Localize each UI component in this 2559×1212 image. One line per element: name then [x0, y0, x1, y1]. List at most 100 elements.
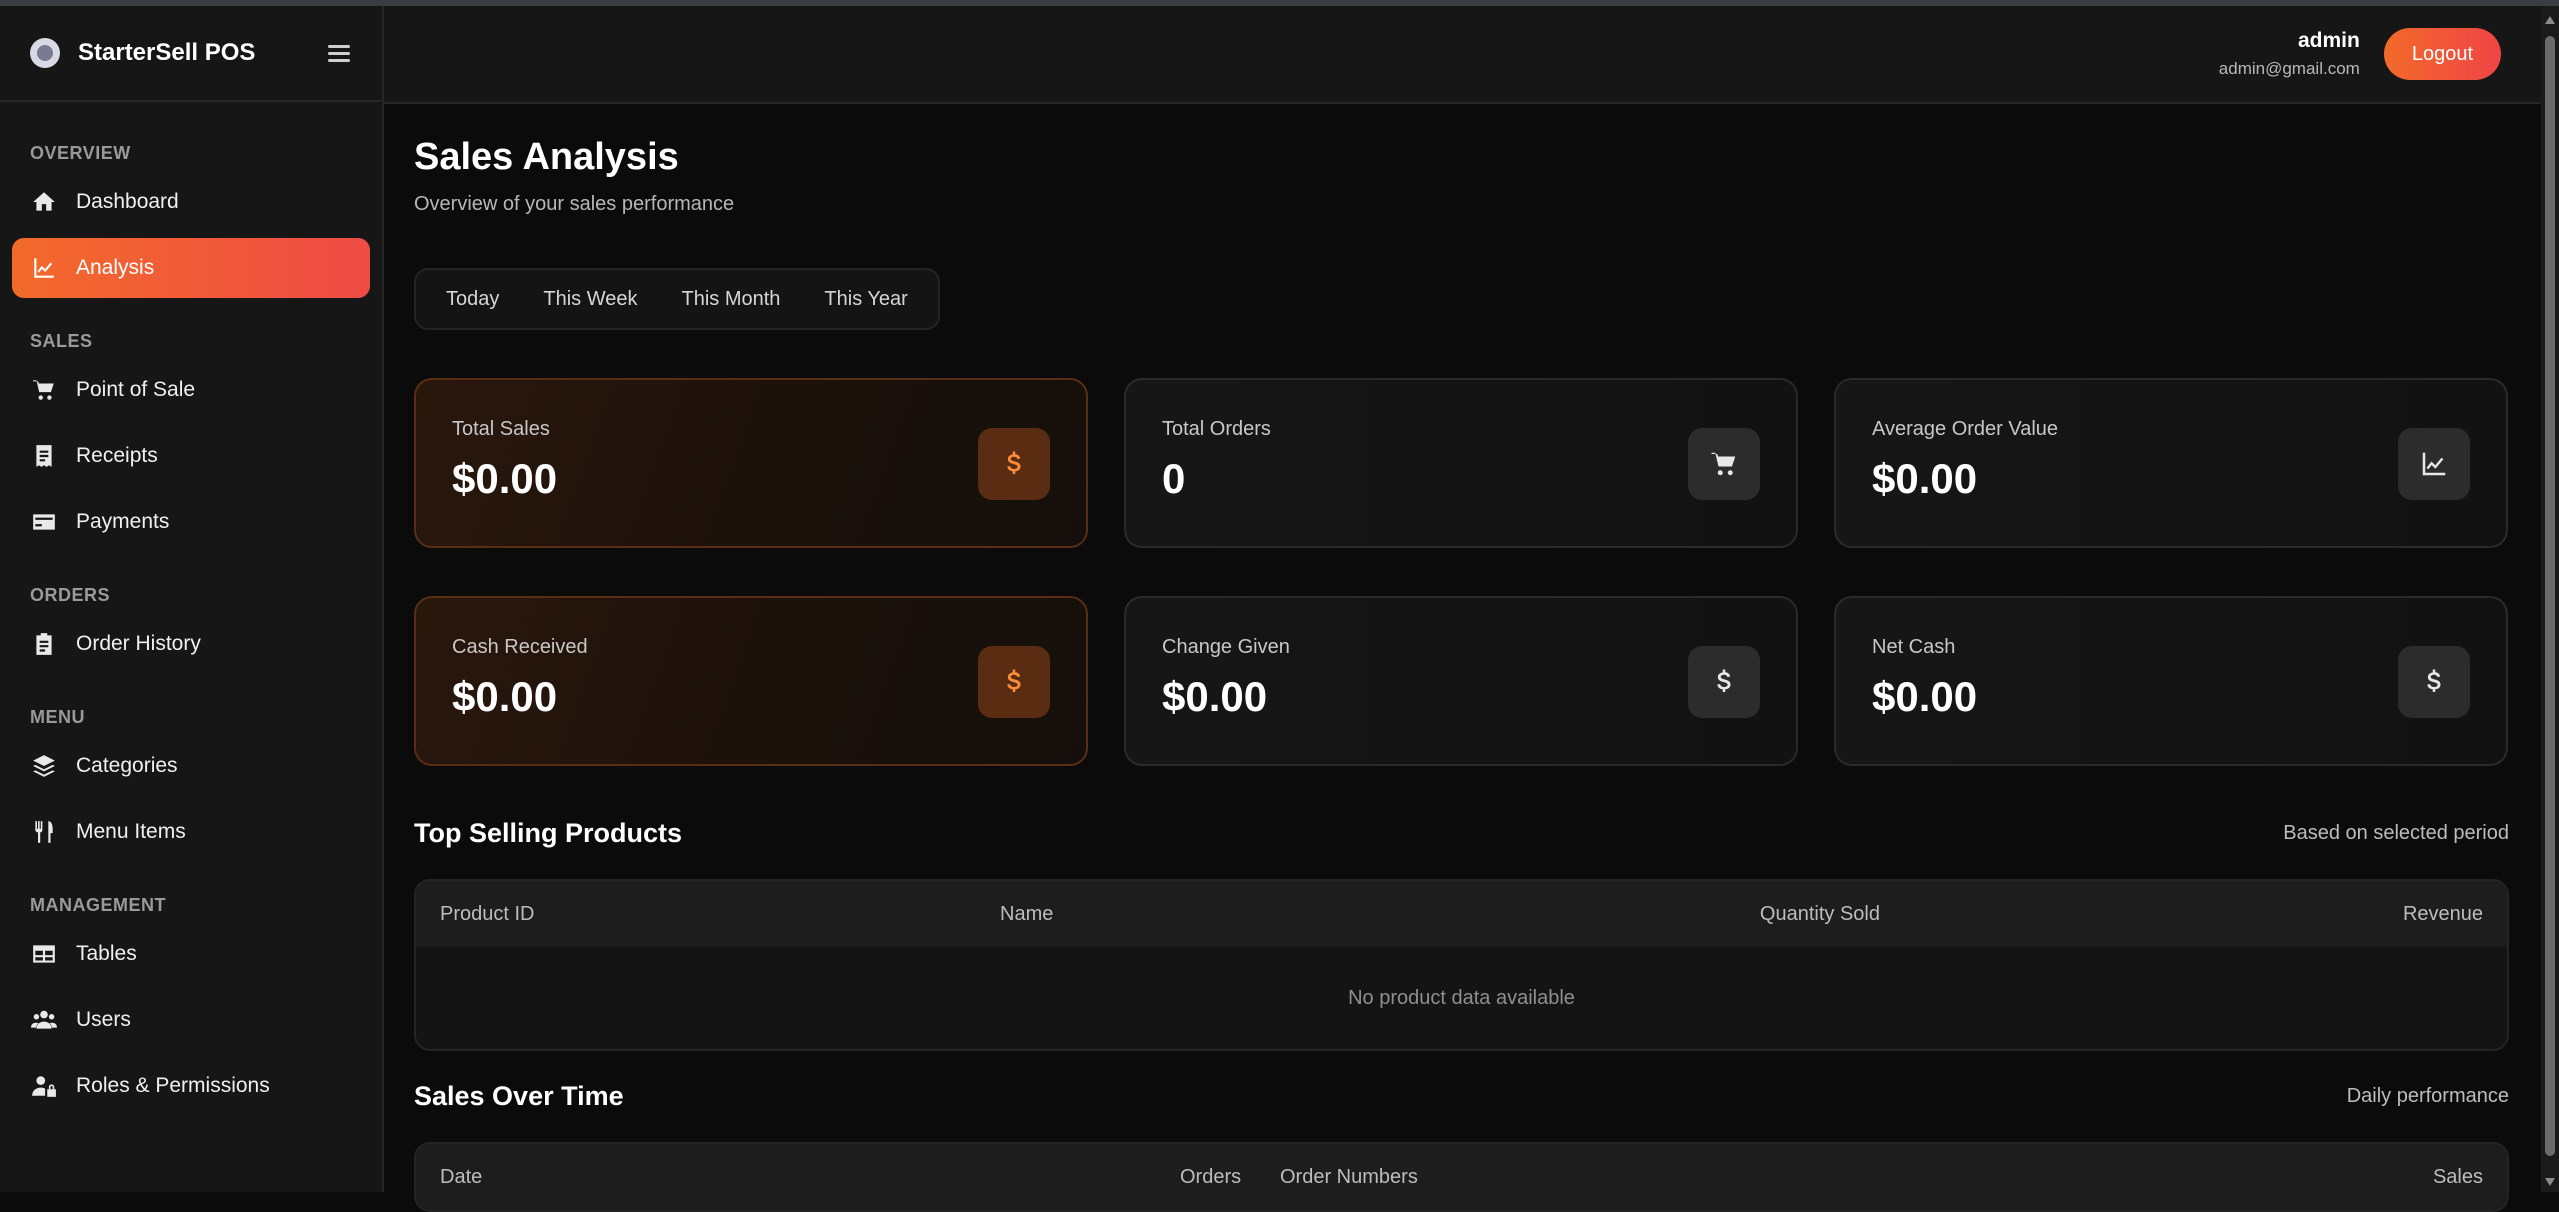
sidebar-item-menu-items[interactable]: Menu Items	[12, 802, 370, 862]
sales-over-time-header: Sales Over Time Daily performance	[414, 1081, 2509, 1112]
sidebar-item-point-of-sale[interactable]: Point of Sale	[12, 360, 370, 420]
utensils-icon	[30, 818, 58, 846]
stat-card-label: Cash Received	[452, 636, 588, 658]
sidebar-item-receipts[interactable]: Receipts	[12, 426, 370, 486]
sidebar-item-label: Payments	[76, 510, 170, 533]
credit-card-icon	[30, 508, 58, 536]
sidebar-item-label: Receipts	[76, 444, 158, 467]
column-header-sales[interactable]: Sales	[1780, 1166, 2483, 1189]
stat-card-value: $0.00	[1872, 673, 1978, 720]
range-tab-this-year[interactable]: This Year	[802, 276, 929, 322]
sidebar-item-dashboard[interactable]: Dashboard	[12, 172, 370, 232]
stat-card-total-orders: Total Orders 0	[1124, 378, 1798, 548]
column-header-quantity-sold[interactable]: Quantity Sold	[1400, 903, 1880, 926]
stat-card-average-order-value: Average Order Value $0.00	[1834, 378, 2508, 548]
dollar-icon	[2398, 646, 2470, 718]
column-header-revenue[interactable]: Revenue	[1880, 903, 2483, 926]
sidebar-item-label: Categories	[76, 754, 178, 777]
sales-over-time-note: Daily performance	[2346, 1085, 2509, 1107]
sidebar-item-label: Dashboard	[76, 190, 179, 213]
sidebar-item-label: Users	[76, 1008, 131, 1031]
sidebar-item-label: Tables	[76, 942, 137, 965]
stat-card-label: Total Sales	[452, 418, 550, 440]
date-range-tabs: Today This Week This Month This Year	[414, 268, 940, 330]
stat-card-label: Change Given	[1162, 636, 1290, 658]
page-content: Sales Analysis Overview of your sales pe…	[384, 104, 2559, 1212]
logout-button[interactable]: Logout	[2383, 28, 2501, 80]
top-products-header: Top Selling Products Based on selected p…	[414, 818, 2509, 849]
stat-card-change-given: Change Given $0.00	[1124, 596, 1798, 766]
range-tab-this-week[interactable]: This Week	[521, 276, 659, 322]
range-tab-this-month[interactable]: This Month	[659, 276, 802, 322]
app-root: StarterSell POS OVERVIEW Dashboard Analysi…	[0, 6, 2559, 1212]
scrollbar-thumb[interactable]	[2545, 36, 2555, 1156]
stat-card-value: 0	[1162, 455, 1186, 502]
top-products-table: Product ID Name Quantity Sold Revenue No…	[414, 879, 2509, 1051]
sidebar-item-roles-permissions[interactable]: Roles & Permissions	[12, 1056, 370, 1116]
cart-icon	[1688, 428, 1760, 500]
sidebar-item-users[interactable]: Users	[12, 990, 370, 1050]
user-email: admin@gmail.com	[2218, 59, 2360, 78]
stat-card-label: Average Order Value	[1872, 418, 2059, 440]
chart-line-icon	[2398, 428, 2470, 500]
sidebar-item-analysis[interactable]: Analysis	[12, 238, 370, 298]
sidebar-item-label: Analysis	[76, 256, 155, 279]
menu-toggle-icon[interactable]	[328, 43, 352, 63]
sidebar-nav: OVERVIEW Dashboard Analysis SALES Point of S…	[0, 102, 382, 1116]
stat-card-cash-received: Cash Received $0.00	[414, 596, 1088, 766]
sidebar-section-title: MENU	[30, 707, 85, 727]
sidebar-item-label: Order History	[76, 632, 201, 655]
brand-bar: StarterSell POS	[0, 6, 382, 102]
sidebar-section-title: MANAGEMENT	[30, 895, 166, 915]
column-header-name[interactable]: Name	[1000, 903, 1400, 926]
stat-card-label: Net Cash	[1872, 636, 1956, 658]
top-products-period-note: Based on selected period	[2283, 822, 2509, 844]
sidebar-section-title: ORDERS	[30, 585, 111, 605]
sidebar-item-label: Roles & Permissions	[76, 1074, 270, 1097]
range-tab-today[interactable]: Today	[424, 276, 521, 322]
chart-line-icon	[30, 254, 58, 282]
logo-icon	[30, 38, 60, 68]
sales-over-time-table: Date Orders Order Numbers Sales	[414, 1142, 2509, 1212]
empty-state-message: No product data available	[1348, 986, 1575, 1009]
sales-over-time-table-header: Date Orders Order Numbers Sales	[416, 1144, 2507, 1210]
scroll-up-icon[interactable]	[2545, 16, 2555, 24]
stat-card-net-cash: Net Cash $0.00	[1834, 596, 2508, 766]
stat-card-value: $0.00	[1872, 455, 1978, 502]
sidebar-section-title: SALES	[30, 331, 93, 351]
sidebar-section-title: OVERVIEW	[30, 143, 131, 163]
sidebar-item-order-history[interactable]: Order History	[12, 614, 370, 674]
dollar-icon	[978, 646, 1050, 718]
sidebar-item-label: Menu Items	[76, 820, 186, 843]
clipboard-icon	[30, 630, 58, 658]
column-header-product-id[interactable]: Product ID	[440, 903, 1000, 926]
sidebar-item-tables[interactable]: Tables	[12, 924, 370, 984]
main-area: admin admin@gmail.com Logout Sales Analy…	[384, 6, 2559, 1212]
stat-card-value: $0.00	[452, 455, 558, 502]
dollar-icon	[978, 428, 1050, 500]
stat-card-value: $0.00	[452, 673, 558, 720]
table-icon	[30, 940, 58, 968]
top-products-table-header: Product ID Name Quantity Sold Revenue	[416, 881, 2507, 947]
column-header-order-numbers[interactable]: Order Numbers	[1280, 1166, 1780, 1189]
user-name: admin	[2297, 29, 2360, 52]
sidebar-item-categories[interactable]: Categories	[12, 736, 370, 796]
sales-over-time-title: Sales Over Time	[414, 1081, 624, 1111]
layers-icon	[30, 752, 58, 780]
stat-cards: Total Sales $0.00 Total Orders 0 Average Ord…	[414, 378, 2509, 766]
dollar-icon	[1688, 646, 1760, 718]
scroll-down-icon[interactable]	[2545, 1178, 2555, 1186]
sidebar-item-payments[interactable]: Payments	[12, 492, 370, 552]
user-lock-icon	[30, 1072, 58, 1100]
receipt-icon	[30, 442, 58, 470]
vertical-scrollbar[interactable]	[2541, 6, 2559, 1192]
column-header-date[interactable]: Date	[440, 1166, 1180, 1189]
brand-name: StarterSell POS	[78, 39, 256, 66]
sidebar: StarterSell POS OVERVIEW Dashboard Analysi…	[0, 6, 384, 1192]
users-icon	[30, 1006, 58, 1034]
stat-card-value: $0.00	[1162, 673, 1268, 720]
top-header: admin admin@gmail.com Logout	[384, 6, 2559, 104]
column-header-orders[interactable]: Orders	[1180, 1166, 1241, 1189]
page-subtitle: Overview of your sales performance	[414, 193, 735, 215]
stat-card-total-sales: Total Sales $0.00	[414, 378, 1088, 548]
